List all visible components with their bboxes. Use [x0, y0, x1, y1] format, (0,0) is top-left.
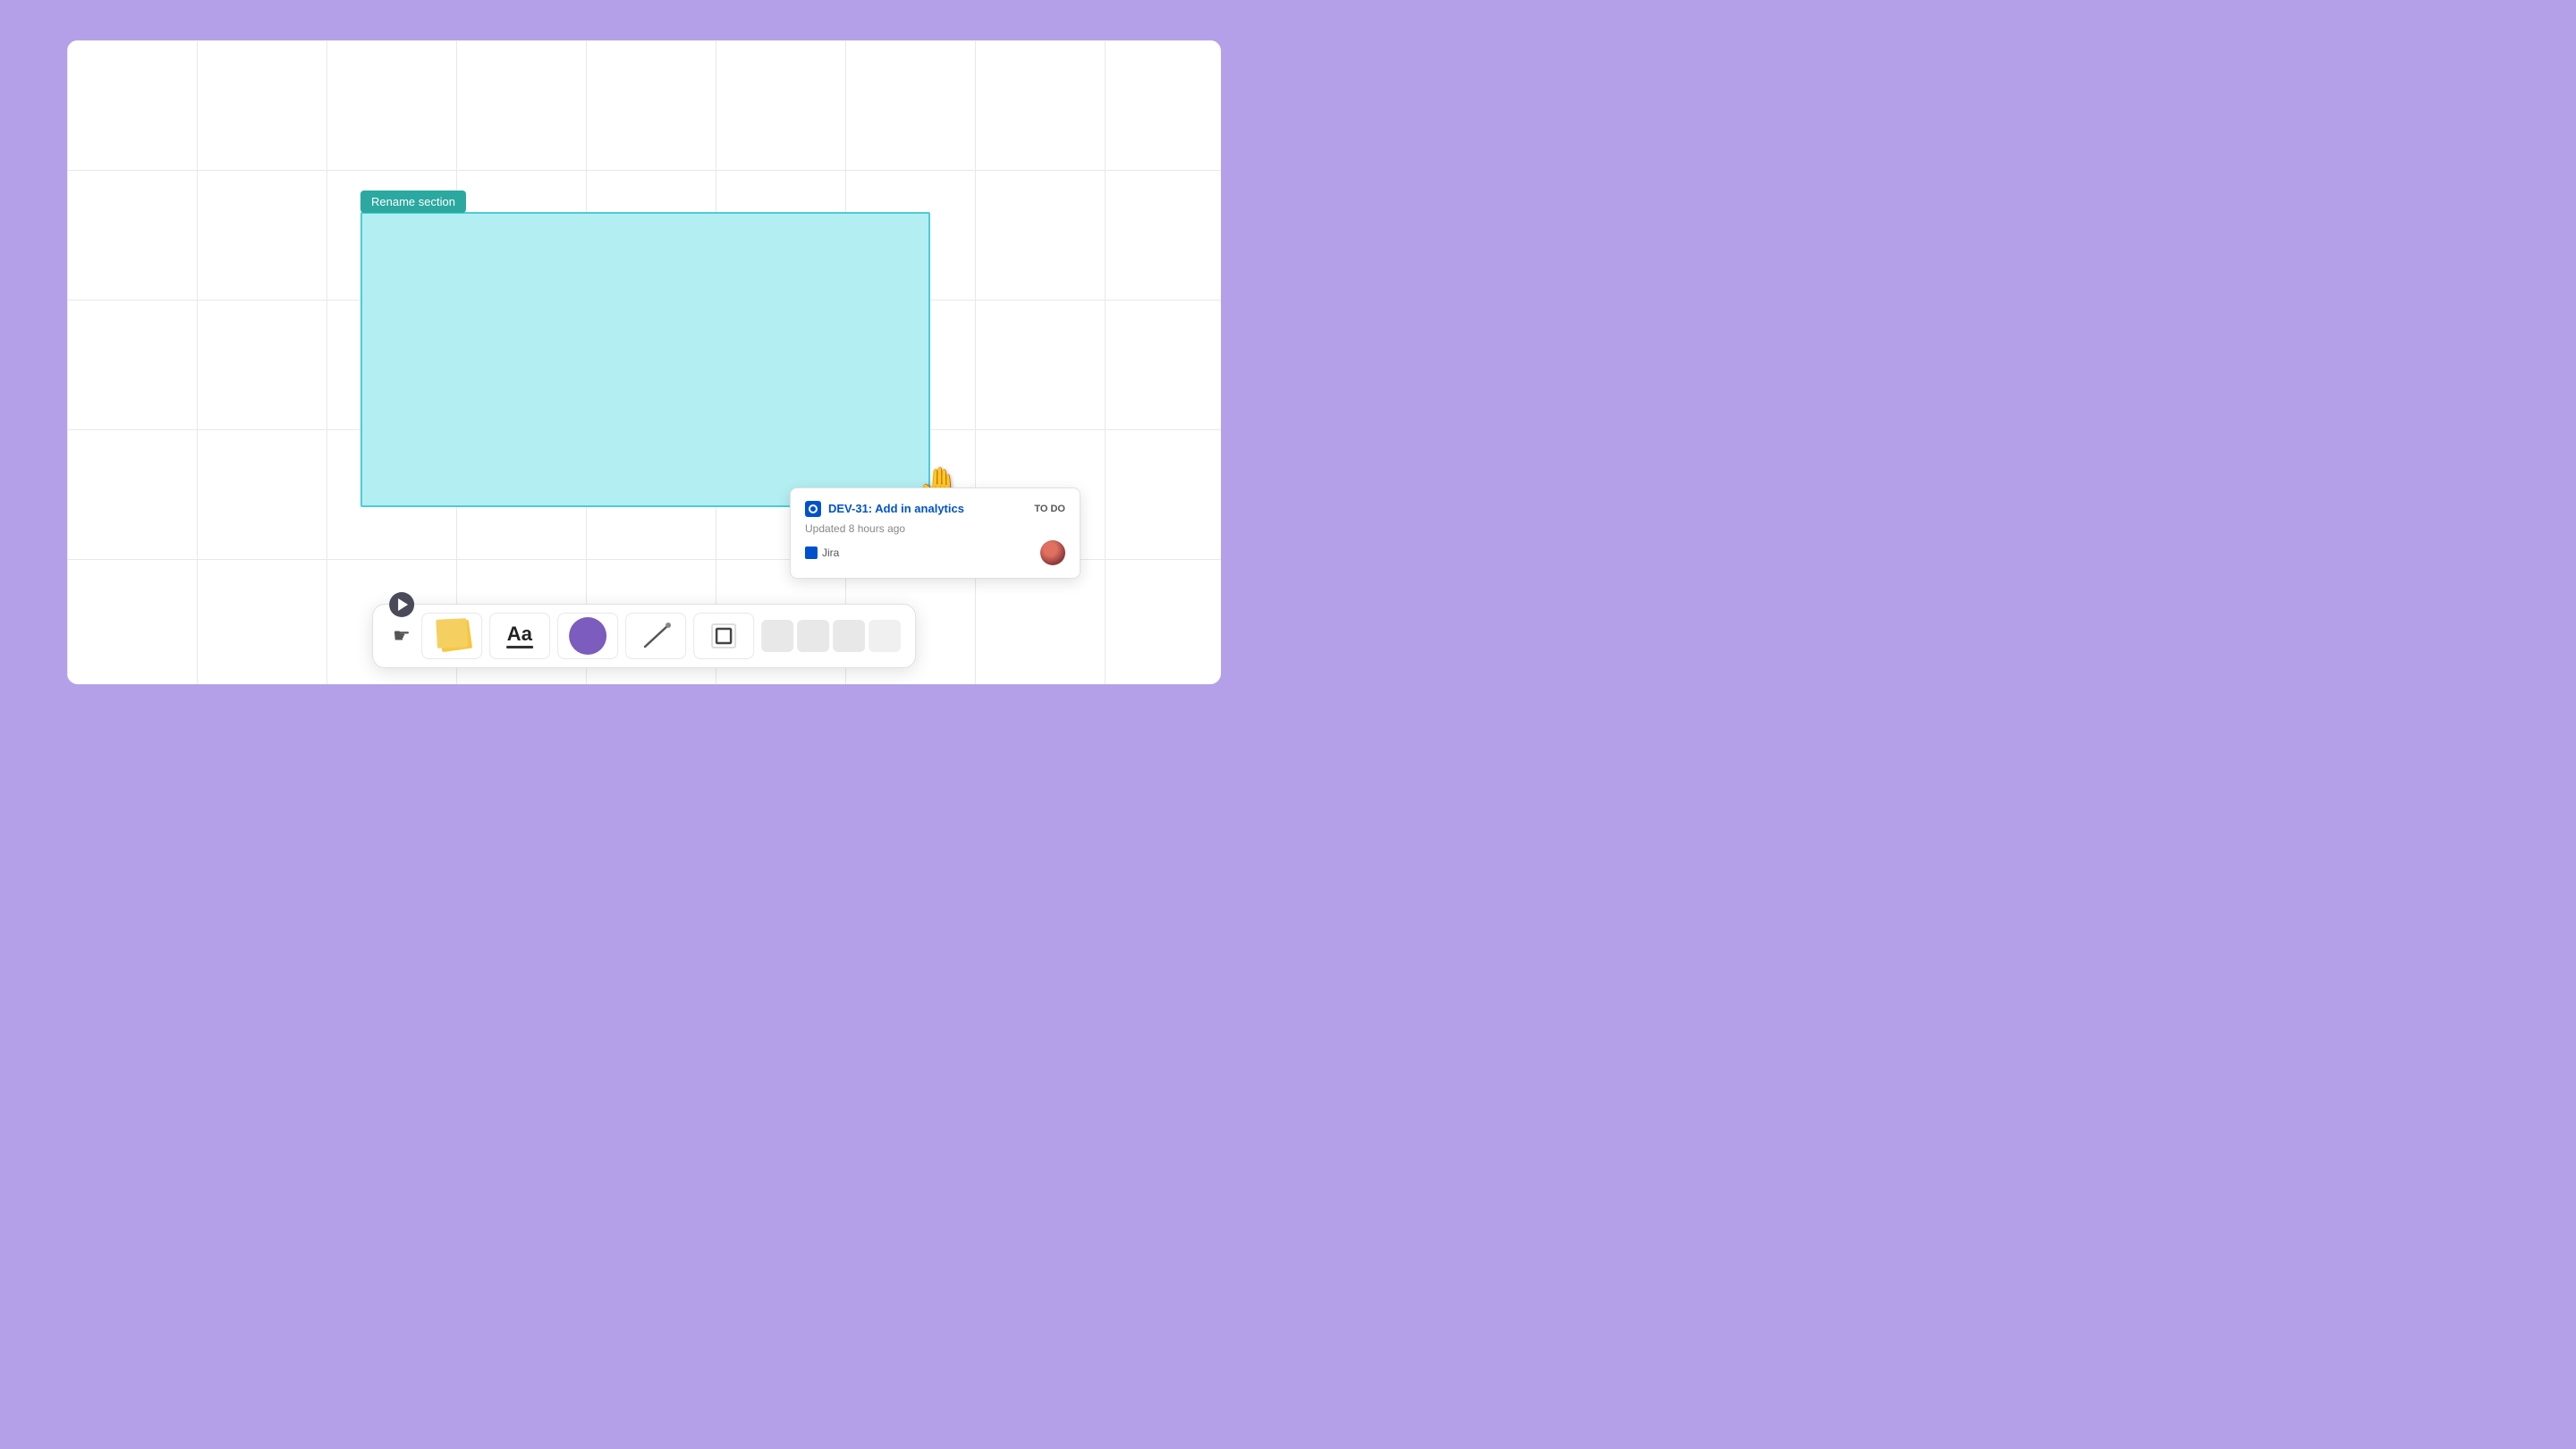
shapes-tool[interactable]	[557, 613, 618, 659]
card-title-row: DEV-31: Add in analytics	[805, 501, 964, 517]
sticky-notes-icon	[433, 617, 470, 655]
card-source-label: Jira	[822, 547, 839, 559]
toolbar: ☛ Aa	[372, 604, 916, 668]
jira-icon	[805, 501, 821, 517]
toolbar-more-items	[761, 620, 901, 652]
line-tool[interactable]	[625, 613, 686, 659]
toolbar-extra-3[interactable]	[833, 620, 865, 652]
shape-circle-icon	[569, 617, 606, 655]
play-triangle-icon	[398, 598, 408, 611]
toolbar-extra-1[interactable]	[761, 620, 793, 652]
line-icon	[636, 616, 675, 656]
avatar	[1040, 540, 1065, 565]
toolbar-extra-4[interactable]	[869, 620, 901, 652]
toolbar-extra-2[interactable]	[797, 620, 829, 652]
canvas-content: Rename section 🤚 DEV-31: Add in analytic…	[67, 40, 1221, 684]
jira-small-source-icon	[805, 547, 818, 559]
text-aa-icon: Aa	[507, 624, 532, 644]
card-popup-header: DEV-31: Add in analytics TO DO	[805, 501, 1065, 517]
card-title: DEV-31: Add in analytics	[828, 502, 964, 517]
sticky-note-front	[436, 618, 468, 648]
sticky-notes-tool[interactable]	[421, 613, 482, 659]
card-popup: DEV-31: Add in analytics TO DO Updated 8…	[790, 487, 1080, 579]
rename-section-label[interactable]: Rename section	[360, 191, 466, 213]
card-footer: Jira	[805, 540, 1065, 565]
frame-tool[interactable]	[693, 613, 754, 659]
card-status: TO DO	[1034, 504, 1065, 514]
section-rect[interactable]	[360, 212, 930, 507]
card-updated: Updated 8 hours ago	[805, 522, 1065, 535]
avatar-image	[1040, 540, 1065, 565]
canvas-container: Rename section 🤚 DEV-31: Add in analytic…	[67, 40, 1221, 684]
play-button[interactable]	[389, 592, 414, 617]
jira-icon-inner	[809, 504, 818, 513]
cursor-tool[interactable]: ☛	[387, 619, 416, 653]
card-source: Jira	[805, 547, 839, 559]
text-tool[interactable]: Aa	[489, 613, 550, 659]
text-underline	[506, 646, 533, 648]
frame-icon	[705, 617, 742, 655]
